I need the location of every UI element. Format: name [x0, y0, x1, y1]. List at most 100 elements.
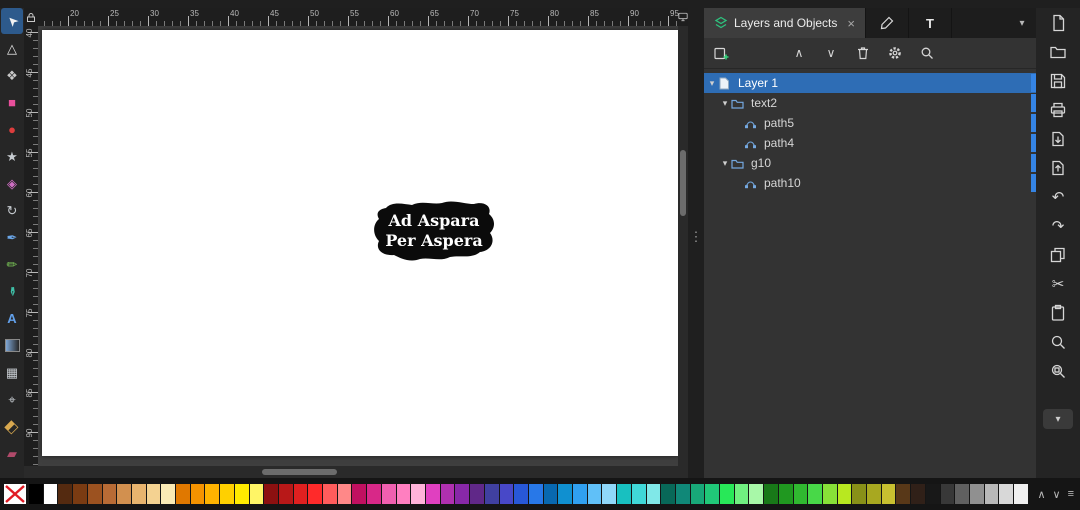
color-swatch[interactable]	[999, 484, 1014, 504]
color-swatch[interactable]	[543, 484, 558, 504]
canvas[interactable]: Ad Aspara Per Aspera	[38, 26, 678, 466]
color-swatch[interactable]	[1014, 484, 1028, 504]
color-tag[interactable]	[1031, 174, 1036, 192]
color-swatch[interactable]	[411, 484, 425, 504]
command-bar-expand-button[interactable]: ▾	[1043, 409, 1073, 429]
duplicate-button[interactable]	[1043, 240, 1073, 269]
move-down-button[interactable]: ∨	[822, 44, 840, 62]
color-swatch[interactable]	[58, 484, 73, 504]
color-swatch[interactable]	[43, 484, 58, 504]
color-swatch[interactable]	[352, 484, 367, 504]
expand-chevron-icon[interactable]: ▾	[706, 78, 718, 89]
tab-pen-dialog[interactable]	[866, 8, 909, 38]
search-button[interactable]	[918, 44, 936, 62]
box-3d-tool[interactable]: ◈	[1, 170, 23, 196]
color-swatch[interactable]	[955, 484, 969, 504]
color-swatch[interactable]	[440, 484, 455, 504]
print-document-button[interactable]	[1043, 95, 1073, 124]
color-swatch[interactable]	[131, 484, 146, 504]
cut-button[interactable]: ✂	[1043, 269, 1073, 298]
tab-layers-and-objects[interactable]: Layers and Objects ×	[704, 8, 866, 38]
export-button[interactable]	[1043, 153, 1073, 182]
spiral-tool[interactable]: ↻	[1, 197, 23, 223]
color-swatch[interactable]	[278, 484, 293, 504]
color-swatch[interactable]	[940, 484, 955, 504]
palette-scroll-up-icon[interactable]: ∧	[1037, 488, 1045, 501]
zoom-selection-button[interactable]	[1043, 356, 1073, 385]
horizontal-ruler[interactable]: 20 25 30 35 40 45 50 55 60 65 70 75 80 85 90 95	[38, 8, 679, 26]
color-swatch[interactable]	[205, 484, 220, 504]
layer-row-layer-1[interactable]: ▾ Layer 1	[704, 73, 1036, 93]
color-swatch[interactable]	[911, 484, 925, 504]
color-swatch[interactable]	[808, 484, 822, 504]
mesh-gradient-tool[interactable]: ▦	[1, 359, 23, 385]
color-tag[interactable]	[1031, 74, 1036, 92]
color-swatch[interactable]	[778, 484, 793, 504]
object-row-g10[interactable]: ▾ g10	[704, 153, 1036, 173]
color-swatch[interactable]	[690, 484, 705, 504]
sticker-object[interactable]: Ad Aspara Per Aspera	[370, 198, 498, 264]
color-swatch[interactable]	[117, 484, 131, 504]
color-swatch[interactable]	[234, 484, 249, 504]
open-document-button[interactable]	[1043, 37, 1073, 66]
color-swatch[interactable]	[617, 484, 631, 504]
color-swatch[interactable]	[425, 484, 440, 504]
delete-button[interactable]	[854, 44, 872, 62]
color-swatch[interactable]	[705, 484, 720, 504]
color-swatch[interactable]	[661, 484, 675, 504]
color-swatch[interactable]	[867, 484, 881, 504]
vertical-scrollbar[interactable]	[678, 26, 688, 466]
color-swatch[interactable]	[573, 484, 587, 504]
color-swatch[interactable]	[323, 484, 337, 504]
zoom-drawing-button[interactable]	[1043, 327, 1073, 356]
color-swatch[interactable]	[734, 484, 749, 504]
eraser-tool[interactable]: ▰	[1, 440, 23, 466]
color-tag[interactable]	[1031, 154, 1036, 172]
selector-tool[interactable]: ➤	[1, 8, 23, 34]
color-swatch[interactable]	[470, 484, 484, 504]
color-swatch[interactable]	[29, 484, 43, 504]
panel-resize-divider[interactable]: ⋮	[688, 8, 704, 478]
undo-button[interactable]: ↶	[1043, 182, 1073, 211]
color-swatch[interactable]	[367, 484, 381, 504]
display-mode-icon[interactable]	[678, 11, 688, 23]
color-swatch[interactable]	[73, 484, 87, 504]
color-swatch[interactable]	[558, 484, 573, 504]
color-swatch[interactable]	[308, 484, 323, 504]
color-swatch[interactable]	[102, 484, 117, 504]
ruler-corner-right[interactable]	[678, 8, 688, 26]
divider-grip-icon[interactable]: ⋮	[690, 230, 703, 243]
settings-button[interactable]	[886, 44, 904, 62]
expand-chevron-icon[interactable]: ▾	[719, 158, 731, 169]
color-swatch[interactable]	[87, 484, 102, 504]
color-swatch[interactable]	[822, 484, 837, 504]
color-swatch[interactable]	[146, 484, 161, 504]
expand-chevron-icon[interactable]: ▾	[719, 98, 731, 109]
add-layer-button[interactable]	[712, 44, 730, 62]
ruler-corner[interactable]	[24, 8, 38, 26]
rectangle-tool[interactable]: ■	[1, 89, 23, 115]
redo-button[interactable]: ↷	[1043, 211, 1073, 240]
save-document-button[interactable]	[1043, 66, 1073, 95]
object-row-path5[interactable]: path5	[704, 113, 1036, 133]
color-swatch[interactable]	[220, 484, 234, 504]
color-swatch[interactable]	[764, 484, 778, 504]
tab-text-dialog[interactable]: T	[909, 8, 952, 38]
tab-overflow-chevron-icon[interactable]: ▾	[1008, 8, 1036, 38]
color-tag[interactable]	[1031, 134, 1036, 152]
color-swatch[interactable]	[499, 484, 514, 504]
color-swatch[interactable]	[749, 484, 764, 504]
color-swatch[interactable]	[337, 484, 352, 504]
color-swatch[interactable]	[455, 484, 470, 504]
paste-button[interactable]	[1043, 298, 1073, 327]
color-swatch[interactable]	[264, 484, 278, 504]
import-button[interactable]	[1043, 124, 1073, 153]
new-document-button[interactable]	[1043, 8, 1073, 37]
color-tag[interactable]	[1031, 94, 1036, 112]
color-swatch[interactable]	[837, 484, 852, 504]
color-swatch[interactable]	[896, 484, 911, 504]
no-color-swatch[interactable]	[4, 484, 26, 504]
object-row-path4[interactable]: path4	[704, 133, 1036, 153]
move-up-button[interactable]: ∧	[790, 44, 808, 62]
gradient-tool[interactable]	[1, 332, 23, 358]
